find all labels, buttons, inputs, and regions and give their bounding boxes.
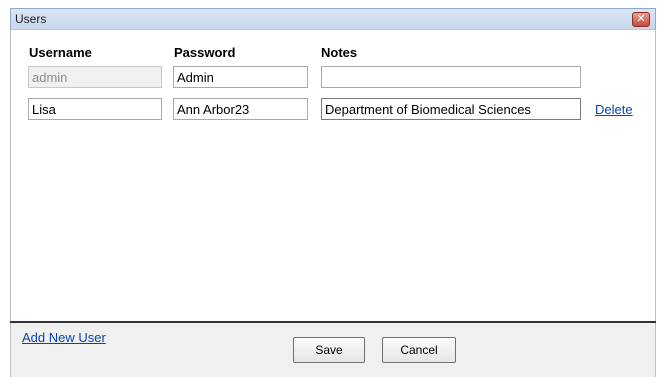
password-field-admin[interactable] [173, 66, 308, 88]
delete-user-link[interactable]: Delete [595, 102, 633, 117]
username-column-header: Username [29, 45, 92, 60]
save-button[interactable]: Save [293, 337, 365, 363]
notes-field-lisa[interactable] [321, 98, 581, 120]
username-field-admin [28, 66, 162, 88]
close-icon[interactable]: ✕ [632, 12, 650, 27]
cancel-button[interactable]: Cancel [382, 337, 456, 363]
notes-field-admin[interactable] [321, 66, 581, 88]
window-title: Users [15, 12, 47, 26]
username-field-lisa[interactable] [28, 98, 162, 120]
password-column-header: Password [174, 45, 236, 60]
notes-column-header: Notes [321, 45, 358, 60]
add-new-user-link[interactable]: Add New User [22, 330, 106, 345]
title-bar: Users ✕ [10, 8, 656, 30]
password-field-lisa[interactable] [173, 98, 308, 120]
